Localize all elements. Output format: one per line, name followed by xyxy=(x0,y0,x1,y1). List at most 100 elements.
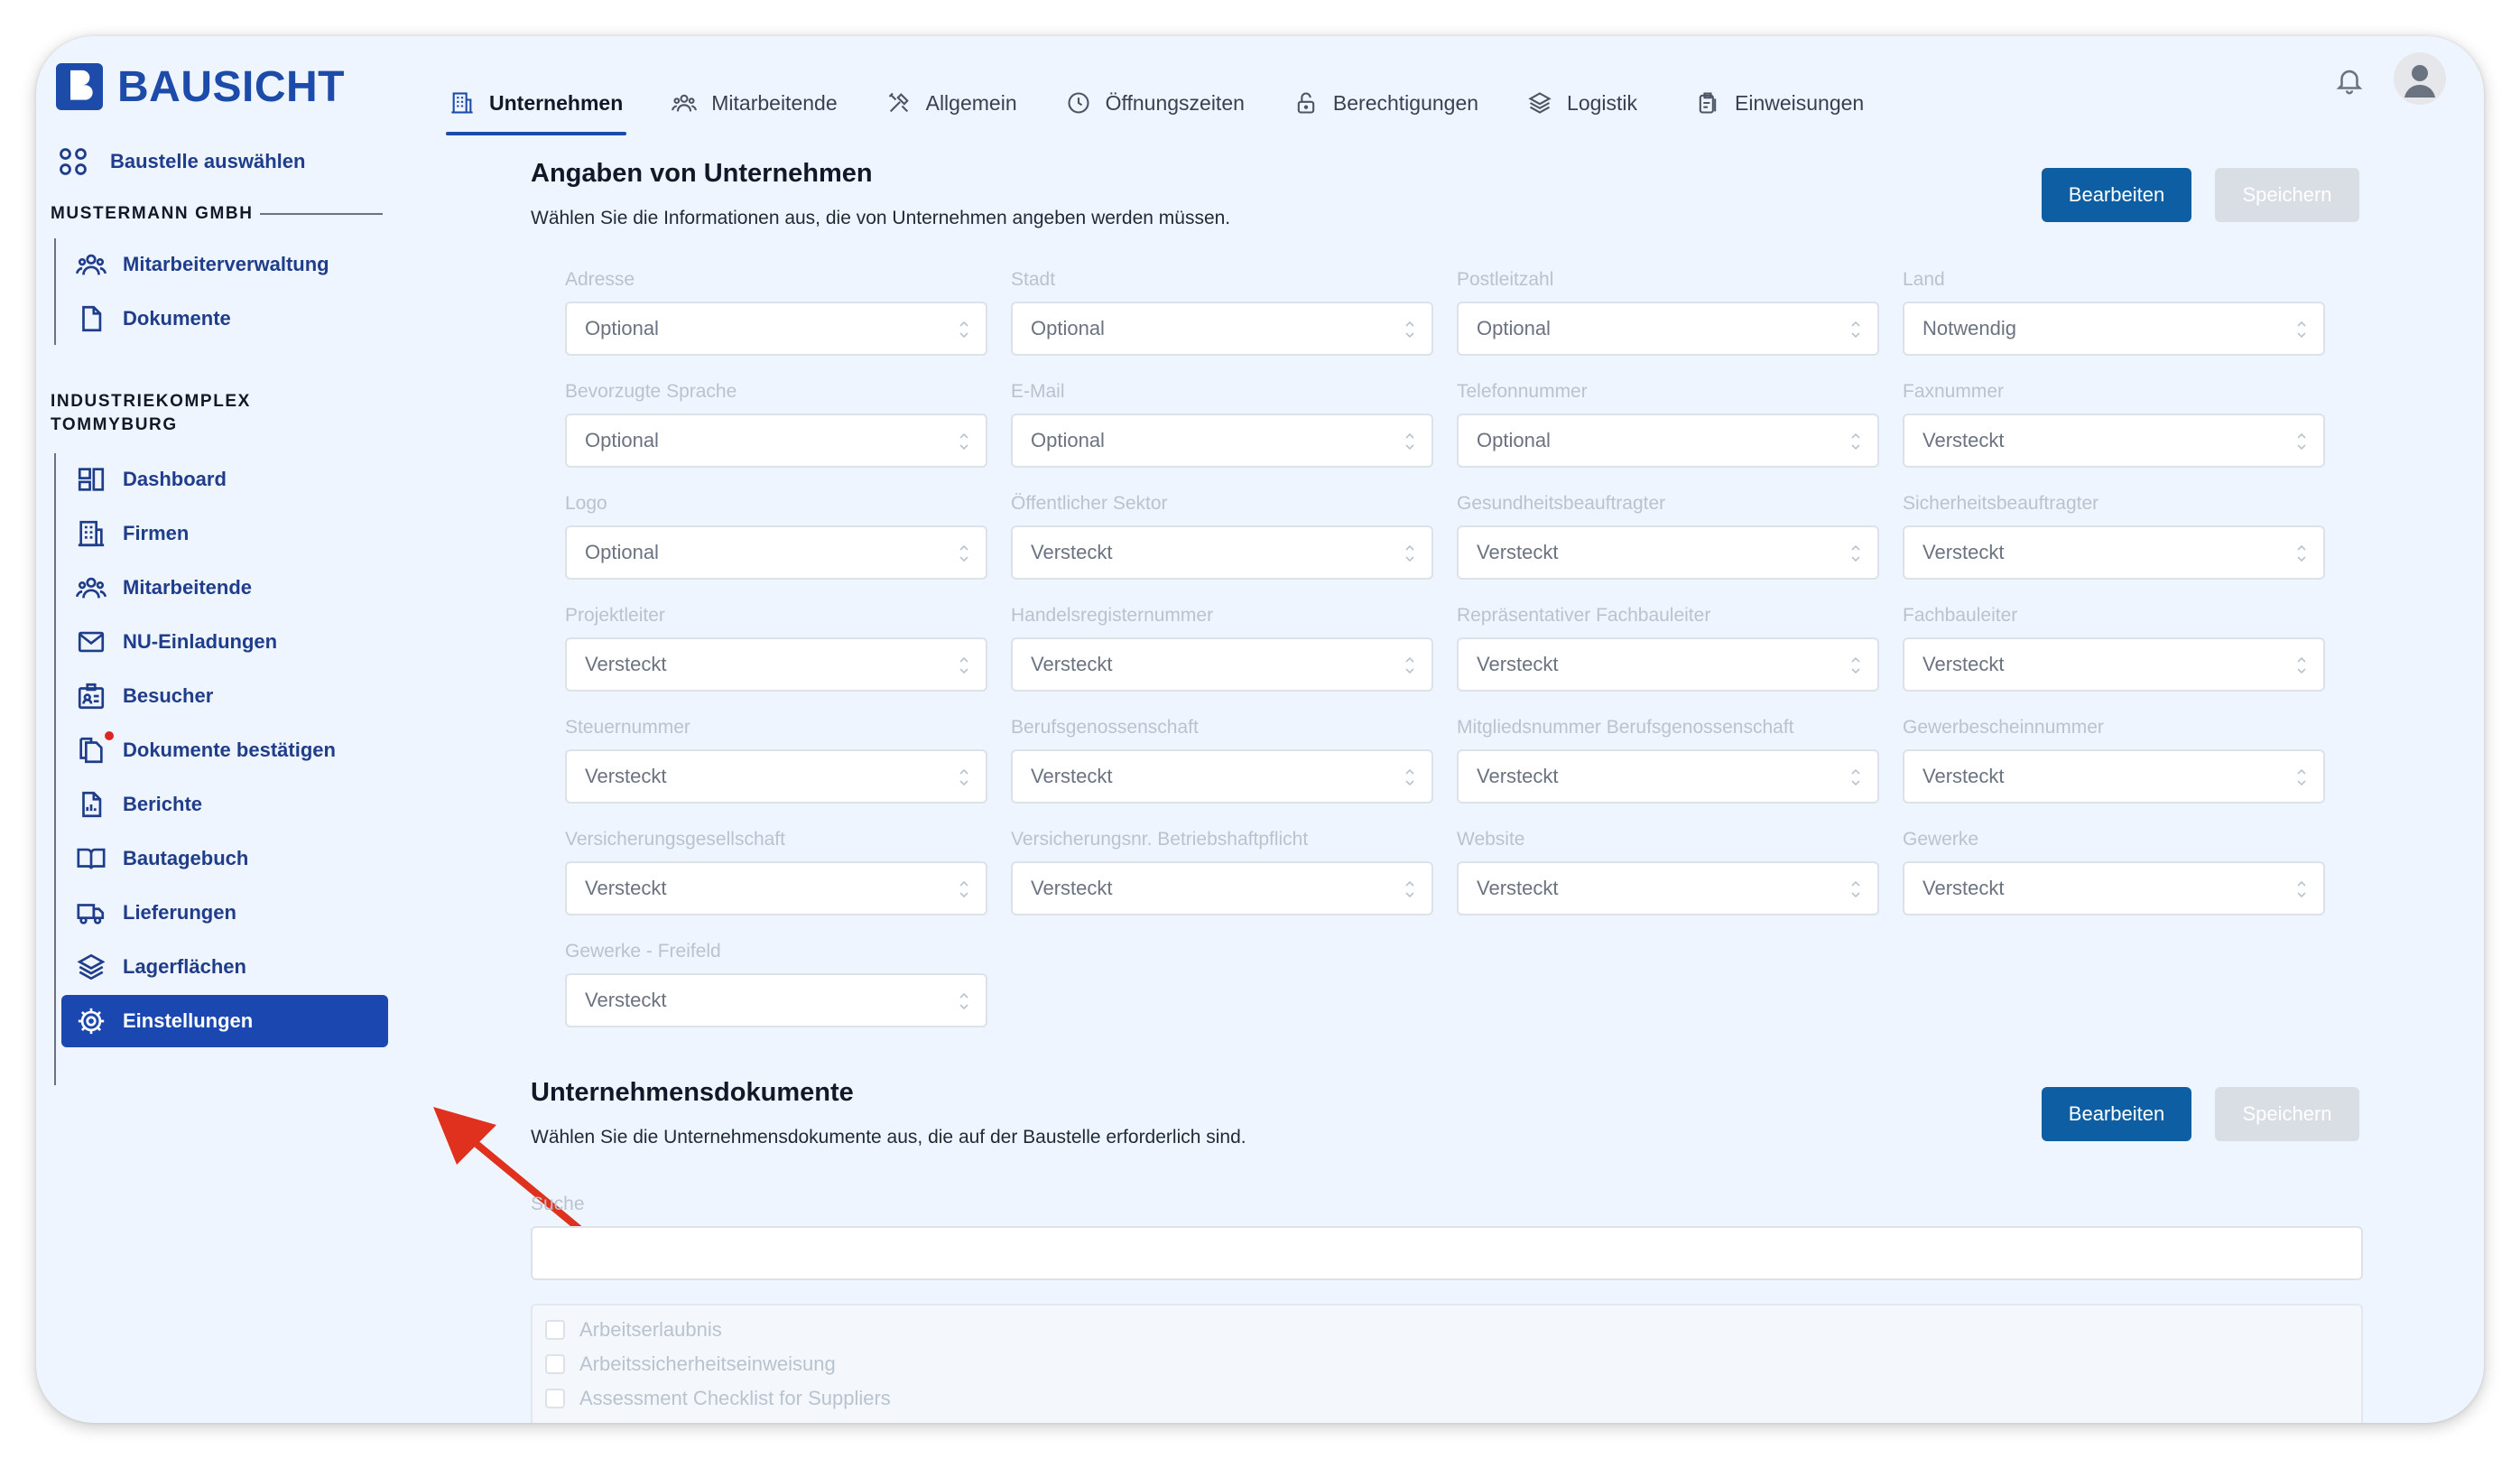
chevron-updown-icon xyxy=(2296,542,2307,565)
field-select[interactable]: Optional xyxy=(565,414,987,468)
group-label-line2: TOMMYBURG xyxy=(51,415,178,434)
chevron-updown-icon xyxy=(1850,430,1861,453)
group-tree-line xyxy=(54,453,56,1085)
document-label: Arbeitserlaubnis xyxy=(579,1318,722,1341)
chevron-updown-icon xyxy=(959,878,969,901)
sidebar-item-label: Mitarbeitende xyxy=(123,576,253,599)
sidebar-item-mitarbeiterverwaltung[interactable]: Mitarbeiterverwaltung xyxy=(61,238,388,291)
sidebar-item-dashboard[interactable]: Dashboard xyxy=(61,453,388,506)
sidebar-item-lagerflaechen[interactable]: Lagerflächen xyxy=(61,941,388,993)
field-select-value: Versteckt xyxy=(585,877,667,899)
field-select[interactable]: Versteckt xyxy=(1457,749,1879,804)
sidebar-item-einstellungen[interactable]: Einstellungen xyxy=(61,995,388,1047)
field-select-value: Versteckt xyxy=(1477,653,1559,675)
document-checkbox[interactable] xyxy=(545,1389,565,1408)
sidebar-item-label: Firmen xyxy=(123,522,190,544)
sidebar-item-bautagebuch[interactable]: Bautagebuch xyxy=(61,832,388,885)
tab-allgemein[interactable]: Allgemein xyxy=(883,58,1021,148)
field-select[interactable]: Optional xyxy=(1011,414,1433,468)
search-input[interactable] xyxy=(531,1226,2363,1280)
sidebar-item-label: Berichte xyxy=(123,793,203,815)
field-label: Gewerke - Freifeld xyxy=(565,941,721,962)
save-company-button[interactable]: Speichern xyxy=(2215,168,2359,222)
document-checkbox[interactable] xyxy=(545,1354,565,1374)
field-select[interactable]: Versteckt xyxy=(1903,525,2325,580)
select-site-link[interactable]: Baustelle auswählen xyxy=(58,146,305,177)
sidebar-item-dokumente[interactable]: Dokumente xyxy=(61,293,388,345)
tab-unternehmen[interactable]: Unternehmen xyxy=(446,58,627,148)
sidebar-item-label: Dashboard xyxy=(123,468,227,490)
app-window: BAUSICHT Unternehmen Mitarbeitende Allge… xyxy=(36,36,2484,1423)
edit-documents-button[interactable]: Bearbeiten xyxy=(2042,1087,2191,1141)
clipboard-icon xyxy=(1699,92,1717,114)
list-item[interactable]: Assessment Checklist for Suppliers xyxy=(545,1387,891,1410)
chevron-updown-icon xyxy=(2296,766,2307,789)
field-select[interactable]: Notwendig xyxy=(1903,302,2325,356)
field-select[interactable]: Versteckt xyxy=(565,861,987,915)
sidebar-item-lieferungen[interactable]: Lieferungen xyxy=(61,887,388,939)
field-select-value: Versteckt xyxy=(585,989,667,1011)
field-select[interactable]: Versteckt xyxy=(1903,861,2325,915)
field-label: Sicherheitsbeauftragter xyxy=(1903,493,2099,514)
field-select[interactable]: Versteckt xyxy=(1011,749,1433,804)
chevron-updown-icon xyxy=(1404,878,1415,901)
field-select[interactable]: Optional xyxy=(565,525,987,580)
tab-logistik[interactable]: Logistik xyxy=(1524,58,1641,148)
document-checkbox[interactable] xyxy=(545,1320,565,1340)
field-label: Faxnummer xyxy=(1903,381,2005,402)
tab-oeffnungszeiten[interactable]: Öffnungszeiten xyxy=(1062,58,1248,148)
sidebar-item-besucher[interactable]: Besucher xyxy=(61,670,388,722)
field-select[interactable]: Versteckt xyxy=(1011,861,1433,915)
group-divider xyxy=(260,213,383,215)
document-list: Arbeitserlaubnis Arbeitssicherheitseinwe… xyxy=(531,1304,2363,1423)
field-select[interactable]: Versteckt xyxy=(1457,525,1879,580)
field-select-value: Optional xyxy=(1031,317,1105,339)
chevron-updown-icon xyxy=(2296,430,2307,453)
notifications-button[interactable] xyxy=(2329,60,2370,101)
users-icon xyxy=(76,254,107,275)
group-tree-line xyxy=(54,238,56,345)
field-select[interactable]: Versteckt xyxy=(1903,414,2325,468)
edit-company-button[interactable]: Bearbeiten xyxy=(2042,168,2191,222)
tab-berechtigungen[interactable]: Berechtigungen xyxy=(1290,58,1482,148)
field-label: Stadt xyxy=(1011,269,1056,290)
list-item[interactable]: Arbeitserlaubnis xyxy=(545,1318,722,1342)
field-select[interactable]: Versteckt xyxy=(565,637,987,692)
sidebar-item-mitarbeitende[interactable]: Mitarbeitende xyxy=(61,562,388,614)
field-label: Website xyxy=(1457,829,1525,850)
field-label: Logo xyxy=(565,493,607,514)
field-select[interactable]: Versteckt xyxy=(1011,637,1433,692)
tab-label: Öffnungszeiten xyxy=(1105,90,1245,115)
field-label: Repräsentativer Fachbauleiter xyxy=(1457,605,1711,626)
layers-icon xyxy=(1528,92,1552,114)
user-avatar[interactable] xyxy=(2394,52,2446,105)
grid-icon xyxy=(60,148,87,175)
brand-logo[interactable]: BAUSICHT xyxy=(54,61,345,112)
field-select[interactable]: Optional xyxy=(1011,302,1433,356)
save-documents-button[interactable]: Speichern xyxy=(2215,1087,2359,1141)
building-icon xyxy=(78,520,105,547)
sidebar-item-firmen[interactable]: Firmen xyxy=(61,507,388,560)
field-select[interactable]: Versteckt xyxy=(1457,637,1879,692)
chevron-updown-icon xyxy=(1850,878,1861,901)
field-select[interactable]: Optional xyxy=(1457,302,1879,356)
sidebar-item-dokumente-bestaetigen[interactable]: Dokumente bestätigen xyxy=(61,724,388,776)
tab-mitarbeitende[interactable]: Mitarbeitende xyxy=(668,58,840,148)
field-select[interactable]: Versteckt xyxy=(565,973,987,1027)
field-select[interactable]: Versteckt xyxy=(1457,861,1879,915)
document-label: Assessment Checklist for Suppliers xyxy=(579,1387,891,1409)
tab-label: Allgemein xyxy=(925,90,1017,115)
field-select[interactable]: Versteckt xyxy=(1903,637,2325,692)
field-label: Berufsgenossenschaft xyxy=(1011,717,1199,738)
list-item[interactable]: Arbeitssicherheitseinweisung xyxy=(545,1352,836,1376)
sidebar-item-berichte[interactable]: Berichte xyxy=(61,778,388,831)
sidebar-item-nu-einladungen[interactable]: NU-Einladungen xyxy=(61,616,388,668)
field-select[interactable]: Optional xyxy=(565,302,987,356)
tab-einweisungen[interactable]: Einweisungen xyxy=(1691,58,1867,148)
field-select[interactable]: Versteckt xyxy=(1903,749,2325,804)
field-select[interactable]: Optional xyxy=(1457,414,1879,468)
field-label: Fachbauleiter xyxy=(1903,605,2018,626)
chevron-updown-icon xyxy=(1404,318,1415,341)
field-select[interactable]: Versteckt xyxy=(1011,525,1433,580)
field-select[interactable]: Versteckt xyxy=(565,749,987,804)
